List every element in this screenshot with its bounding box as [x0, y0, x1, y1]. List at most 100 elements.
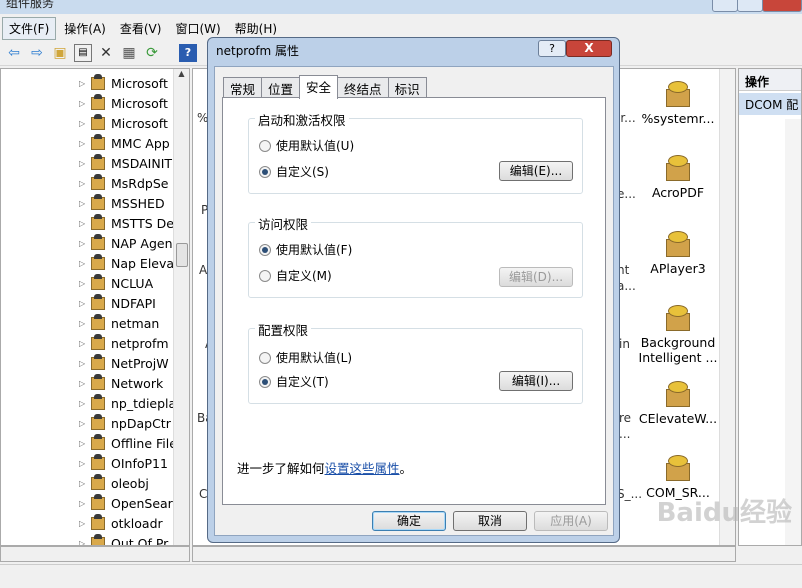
radio-customize[interactable]: 自定义(M) [259, 267, 332, 284]
tree-item-label: OpenSear [111, 495, 173, 511]
component-item[interactable]: Background Intelligent ... [633, 305, 723, 365]
expand-arrow-icon[interactable]: ▷ [79, 339, 91, 348]
expand-arrow-icon[interactable]: ▷ [79, 139, 91, 148]
learn-more-link[interactable]: 设置这些属性 [325, 461, 400, 476]
tree-item-label: Microsoft [111, 95, 168, 111]
menu-action[interactable]: 操作(A) [58, 18, 112, 39]
dialog-close-button[interactable]: X [566, 40, 612, 57]
dialog-tabs: 常规 位置 安全 终结点 标识 [223, 75, 427, 99]
tree-horizontal-scrollbar[interactable] [0, 546, 190, 562]
radio-use-default[interactable]: 使用默认值(F) [259, 241, 352, 258]
package-icon [91, 413, 105, 430]
expand-arrow-icon[interactable]: ▷ [79, 479, 91, 488]
component-item[interactable]: APlayer3 [633, 231, 723, 276]
expand-arrow-icon[interactable]: ▷ [79, 199, 91, 208]
component-package-icon [664, 305, 692, 331]
back-icon[interactable]: ⇦ [5, 44, 23, 62]
expand-arrow-icon[interactable]: ▷ [79, 79, 91, 88]
radio-use-default[interactable]: 使用默认值(L) [259, 349, 352, 366]
tree-item-label: Offline File [111, 435, 177, 451]
expand-arrow-icon[interactable]: ▷ [79, 179, 91, 188]
component-item[interactable]: CElevateW... [633, 381, 723, 426]
dialog-help-button[interactable]: ? [538, 40, 566, 57]
expand-arrow-icon[interactable]: ▷ [79, 439, 91, 448]
properties-icon[interactable]: ▦ [120, 44, 138, 62]
expand-arrow-icon[interactable]: ▷ [79, 539, 91, 546]
package-icon [91, 273, 105, 290]
actions-selected-item[interactable]: DCOM 配 [739, 93, 801, 115]
up-folder-icon[interactable]: ▣ [51, 44, 69, 62]
expand-arrow-icon[interactable]: ▷ [79, 499, 91, 508]
menu-window[interactable]: 窗口(W) [169, 18, 226, 39]
edit-access-button[interactable]: 编辑(D)... [499, 267, 573, 287]
expand-arrow-icon[interactable]: ▷ [79, 379, 91, 388]
expand-arrow-icon[interactable]: ▷ [79, 319, 91, 328]
minimize-button[interactable] [712, 0, 738, 12]
menu-help[interactable]: 帮助(H) [229, 18, 283, 39]
tree-item-label: MSTTS De [111, 215, 174, 231]
tree-item-label: OInfoP11 [111, 455, 168, 471]
center-vertical-scrollbar[interactable] [719, 69, 735, 545]
expand-arrow-icon[interactable]: ▷ [79, 119, 91, 128]
radio-circle [259, 165, 271, 178]
radio-label: 自定义(S) [276, 165, 329, 179]
actions-scrollbar[interactable] [785, 119, 801, 545]
learn-more-prefix: 进一步了解如何 [237, 461, 325, 476]
edit-launch-button[interactable]: 编辑(E)... [499, 161, 573, 181]
expand-arrow-icon[interactable]: ▷ [79, 399, 91, 408]
component-item[interactable]: %systemr... [633, 81, 723, 126]
tab-endpoints[interactable]: 终结点 [337, 77, 389, 97]
tab-security[interactable]: 安全 [299, 75, 339, 99]
edit-configuration-button[interactable]: 编辑(I)... [499, 371, 573, 391]
apply-button[interactable]: 应用(A) [534, 511, 608, 531]
menu-file[interactable]: 文件(F) [2, 16, 57, 40]
help-icon[interactable]: ? [179, 43, 197, 62]
expand-arrow-icon[interactable]: ▷ [79, 359, 91, 368]
package-icon [91, 453, 105, 470]
tree-item-label: Microsoft [111, 75, 168, 91]
radio-use-default[interactable]: 使用默认值(U) [259, 137, 354, 154]
expand-arrow-icon[interactable]: ▷ [79, 239, 91, 248]
expand-arrow-icon[interactable]: ▷ [79, 459, 91, 468]
package-icon [91, 393, 105, 410]
forward-icon[interactable]: ⇨ [28, 44, 46, 62]
properties-dialog: netprofm 属性 ? X 常规 位置 安全 终结点 标识 启动和激活权限 … [207, 37, 620, 543]
component-package-icon [664, 231, 692, 257]
component-package-icon [664, 381, 692, 407]
tab-location[interactable]: 位置 [261, 77, 301, 97]
tab-identity[interactable]: 标识 [387, 77, 427, 97]
expand-arrow-icon[interactable]: ▷ [79, 519, 91, 528]
expand-arrow-icon[interactable]: ▷ [79, 299, 91, 308]
tree-item-label: NDFAPI [111, 295, 156, 311]
tab-general[interactable]: 常规 [223, 77, 263, 97]
tree-item-label: NCLUA [111, 275, 154, 291]
component-item[interactable]: AcroPDF [633, 155, 723, 200]
expand-arrow-icon[interactable]: ▷ [79, 419, 91, 428]
center-horizontal-scrollbar[interactable] [192, 546, 736, 562]
partial-label: in [619, 337, 630, 351]
maximize-button[interactable] [737, 0, 763, 12]
ok-button[interactable]: 确定 [372, 511, 446, 531]
expand-arrow-icon[interactable]: ▷ [79, 259, 91, 268]
tree-item-label: MSDAINIT [111, 155, 173, 171]
expand-arrow-icon[interactable]: ▷ [79, 219, 91, 228]
tree-item-label: MsRdpSe [111, 175, 169, 191]
menu-view[interactable]: 查看(V) [114, 18, 168, 39]
tree-vertical-scrollbar[interactable]: ▲ [173, 69, 189, 545]
tree-item-label: netman [111, 315, 160, 331]
expand-arrow-icon[interactable]: ▷ [79, 99, 91, 108]
cancel-button[interactable]: 取消 [453, 511, 527, 531]
component-package-icon [664, 81, 692, 107]
expand-arrow-icon[interactable]: ▷ [79, 159, 91, 168]
package-icon [91, 433, 105, 450]
radio-customize[interactable]: 自定义(T) [259, 373, 329, 390]
delete-icon[interactable]: ✕ [97, 44, 115, 62]
radio-circle [259, 243, 271, 256]
radio-customize[interactable]: 自定义(S) [259, 163, 329, 180]
refresh-icon[interactable]: ⟳ [143, 44, 161, 62]
tree-scroll-thumb[interactable] [176, 243, 188, 267]
close-window-button[interactable] [762, 0, 802, 12]
expand-arrow-icon[interactable]: ▷ [79, 279, 91, 288]
radio-circle [259, 269, 271, 282]
show-hide-tree-icon[interactable]: ▤ [74, 43, 92, 62]
